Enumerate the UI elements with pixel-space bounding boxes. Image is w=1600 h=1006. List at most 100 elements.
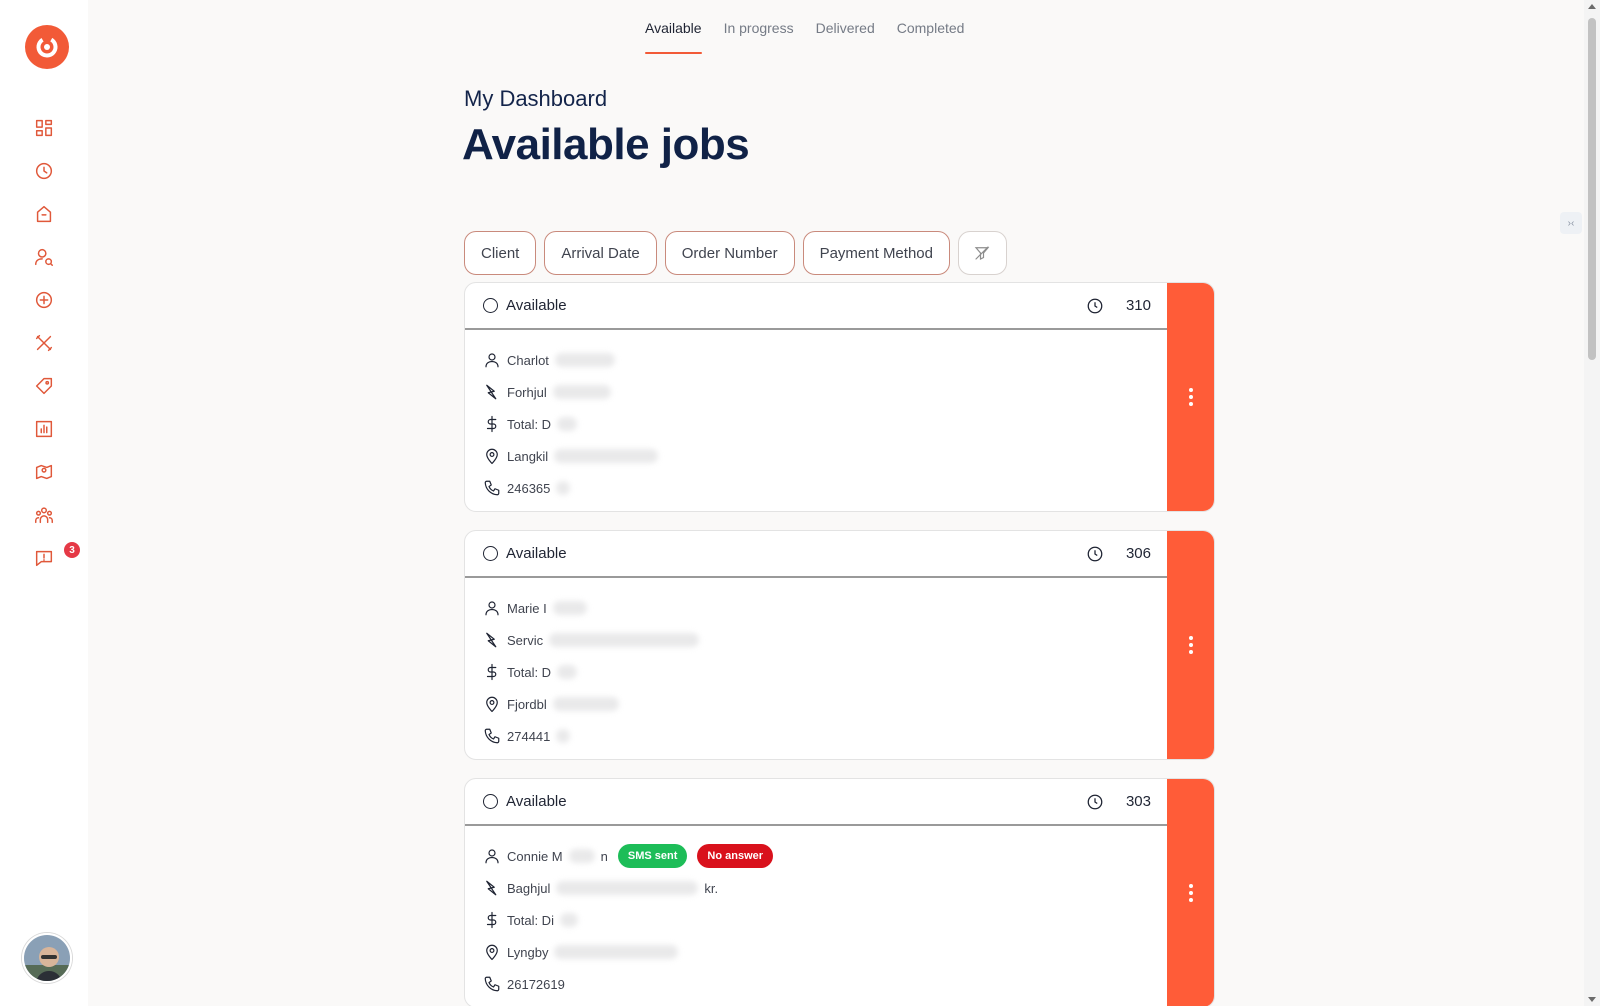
map-pin-icon bbox=[35, 464, 53, 479]
scroll-thumb[interactable] bbox=[1588, 18, 1596, 360]
address-row: Lyngby bbox=[483, 936, 1151, 968]
sidebar-item-map[interactable] bbox=[0, 450, 88, 493]
location-icon bbox=[486, 696, 498, 713]
job-total: Total: Di bbox=[507, 912, 554, 928]
clear-filters-button[interactable] bbox=[957, 231, 1007, 275]
report-chart-icon bbox=[35, 420, 53, 437]
side-panel-handle-icon[interactable]: ›‹ bbox=[1560, 212, 1582, 234]
service-row: Forhjul bbox=[483, 376, 1151, 408]
user-icon bbox=[485, 849, 499, 864]
job-status: Available bbox=[506, 297, 567, 314]
tab-completed[interactable]: Completed bbox=[897, 20, 965, 54]
redacted-text bbox=[552, 601, 587, 615]
redacted-text bbox=[556, 729, 571, 743]
clock-icon bbox=[1087, 298, 1103, 313]
sidebar-item-messages[interactable]: 3 bbox=[0, 536, 88, 579]
redacted-text bbox=[552, 697, 619, 711]
page-scrollbar[interactable] bbox=[1584, 0, 1600, 1006]
job-total: Total: D bbox=[507, 416, 552, 432]
service-icon bbox=[486, 384, 497, 400]
location-icon bbox=[486, 944, 498, 961]
job-card[interactable]: Available 306 Marie I Servic Total: D Fj… bbox=[464, 530, 1215, 760]
sidebar-item-customers[interactable] bbox=[0, 235, 88, 278]
no-answer-badge: No answer bbox=[697, 844, 774, 868]
service-row: Servic bbox=[483, 624, 1151, 656]
status-circle-icon bbox=[483, 546, 498, 561]
phone-icon bbox=[484, 976, 500, 992]
tab-delivered[interactable]: Delivered bbox=[816, 20, 875, 54]
dashboard-icon bbox=[35, 119, 53, 136]
store-icon bbox=[36, 205, 52, 222]
filter-order-number[interactable]: Order Number bbox=[664, 231, 795, 275]
phone-row: 26172619 bbox=[483, 968, 1151, 1000]
dollar-icon bbox=[486, 663, 497, 681]
job-address: Lyngby bbox=[507, 944, 549, 960]
filter-arrival-date[interactable]: Arrival Date bbox=[544, 231, 657, 275]
total-row: Total: Di bbox=[483, 904, 1151, 936]
clock-icon bbox=[1087, 794, 1103, 809]
redacted-text bbox=[549, 633, 700, 647]
filter-client[interactable]: Client bbox=[464, 231, 537, 275]
clear-filter-icon bbox=[975, 246, 990, 260]
tab-in-progress[interactable]: In progress bbox=[724, 20, 794, 54]
job-address: Langkil bbox=[507, 448, 549, 464]
redacted-text bbox=[557, 417, 578, 431]
order-number: 303 bbox=[1125, 793, 1151, 810]
sidebar-item-history[interactable] bbox=[0, 149, 88, 192]
user-icon bbox=[485, 353, 499, 368]
logo-icon[interactable] bbox=[25, 25, 69, 69]
sidebar-item-tools[interactable] bbox=[0, 321, 88, 364]
customer-row: Charlot bbox=[483, 344, 1151, 376]
avatar[interactable] bbox=[22, 933, 72, 983]
redacted-text bbox=[556, 481, 571, 495]
redacted-text bbox=[557, 665, 578, 679]
sidebar-item-reports[interactable] bbox=[0, 407, 88, 450]
job-phone: 246365 bbox=[507, 480, 551, 496]
more-vertical-icon bbox=[1188, 388, 1193, 406]
filter-payment-method[interactable]: Payment Method bbox=[802, 231, 950, 275]
redacted-text bbox=[552, 385, 611, 399]
address-row: Fjordbl bbox=[483, 688, 1151, 720]
redacted-text bbox=[556, 881, 699, 895]
redacted-text bbox=[554, 353, 615, 367]
sidebar-item-tags[interactable] bbox=[0, 364, 88, 407]
phone-icon bbox=[484, 480, 500, 496]
job-actions-button[interactable] bbox=[1167, 779, 1214, 1006]
total-row: Total: D bbox=[483, 408, 1151, 440]
sidebar-item-team[interactable] bbox=[0, 493, 88, 536]
sidebar-item-store[interactable] bbox=[0, 192, 88, 235]
customer-name-suffix: n bbox=[600, 848, 608, 864]
job-phone: 274441 bbox=[507, 728, 551, 744]
service-name: Baghjul bbox=[507, 880, 551, 896]
job-actions-button[interactable] bbox=[1167, 283, 1214, 511]
phone-icon bbox=[484, 728, 500, 744]
address-row: Langkil bbox=[483, 440, 1151, 472]
sidebar-item-add[interactable] bbox=[0, 278, 88, 321]
job-status: Available bbox=[506, 793, 567, 810]
job-card[interactable]: Available 310 Charlot Forhjul Total: D L… bbox=[464, 282, 1215, 512]
job-card[interactable]: Available 303 Connie M n SMS sent No answer… bbox=[464, 778, 1215, 1006]
location-icon bbox=[486, 448, 498, 465]
job-actions-button[interactable] bbox=[1167, 531, 1214, 759]
dollar-icon bbox=[486, 911, 497, 929]
clock-icon bbox=[1087, 546, 1103, 561]
filter-bar: Client Arrival Date Order Number Payment… bbox=[464, 231, 1007, 275]
service-row: Baghjul kr. bbox=[483, 872, 1151, 904]
service-name: Forhjul bbox=[507, 384, 547, 400]
tools-icon bbox=[35, 334, 53, 351]
scroll-up-icon[interactable] bbox=[1588, 4, 1596, 9]
scroll-down-icon[interactable] bbox=[1588, 997, 1596, 1002]
history-icon bbox=[35, 162, 53, 179]
redacted-text bbox=[559, 913, 578, 927]
status-circle-icon bbox=[483, 794, 498, 809]
phone-row: 246365 bbox=[483, 472, 1151, 504]
redacted-text bbox=[554, 449, 659, 463]
total-row: Total: D bbox=[483, 656, 1151, 688]
customer-name: Connie M bbox=[507, 848, 563, 864]
message-alert-icon bbox=[35, 550, 53, 566]
sms-sent-badge: SMS sent bbox=[617, 844, 688, 868]
service-icon bbox=[486, 880, 497, 896]
sidebar-item-dashboard[interactable] bbox=[0, 106, 88, 149]
tab-available[interactable]: Available bbox=[645, 20, 702, 54]
job-status: Available bbox=[506, 545, 567, 562]
